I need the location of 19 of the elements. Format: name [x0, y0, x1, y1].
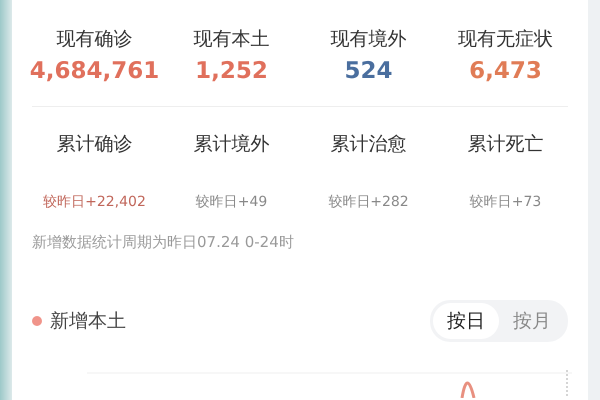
period-tab[interactable]: 按日 [433, 303, 499, 339]
stat-label: 现有无症状 [458, 27, 553, 52]
stat-label: 累计死亡 [468, 132, 544, 157]
stat-value: 4,684,761 [30, 58, 160, 84]
stat-label: 累计境外 [194, 132, 270, 157]
stat-label: 现有确诊 [56, 27, 132, 52]
stat-change: 较昨日+22,402 [43, 193, 146, 211]
stat-value: 1,252 [195, 58, 268, 84]
stat-change: 较昨日+282 [328, 193, 409, 211]
stat-label: 现有本土 [194, 27, 270, 52]
stat-change: 较昨日+49 [196, 193, 268, 211]
stat-value: 524 [344, 58, 392, 84]
stat-label: 现有境外 [330, 27, 406, 52]
stat-value: 6,473 [469, 58, 542, 84]
note-text: 新增数据统计周期为昨日07.24 0-24时 [32, 233, 295, 252]
stat-change: 较昨日+73 [470, 193, 542, 211]
stat-label: 累计治愈 [330, 132, 406, 157]
section-title: 新增本土 [50, 309, 126, 334]
stat-label: 累计确诊 [56, 132, 132, 157]
